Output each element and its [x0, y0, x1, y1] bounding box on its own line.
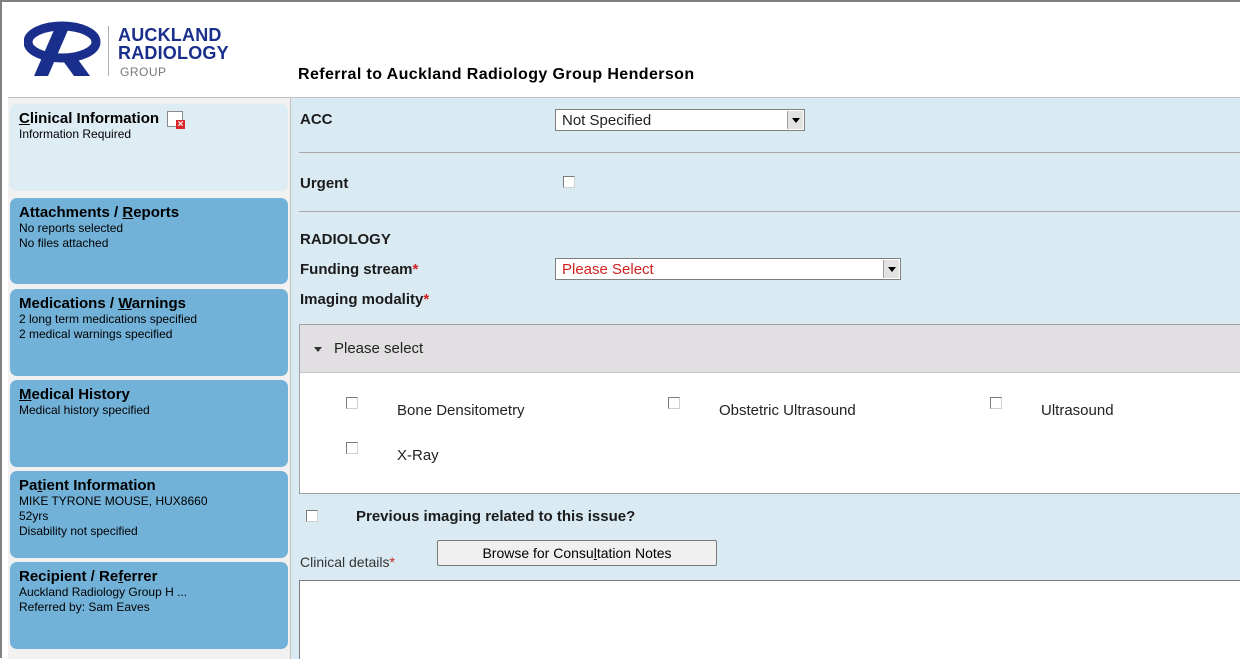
sidebar-item-title: Patient Information: [19, 477, 156, 494]
funding-stream-select[interactable]: Please Select: [555, 258, 901, 280]
sidebar-item-title: Medical History: [19, 386, 130, 403]
imaging-modality-label: Imaging modality*: [300, 291, 430, 308]
page-title: Referral to Auckland Radiology Group Hen…: [298, 66, 695, 83]
sidebar-item-patient-information[interactable]: Patient Information MIKE TYRONE MOUSE, H…: [10, 471, 288, 558]
obstetric-ultrasound-checkbox[interactable]: [668, 397, 680, 409]
obstetric-ultrasound-label[interactable]: Obstetric Ultrasound: [719, 402, 856, 419]
imaging-modality-panel: Please select Bone Densitometry Obstetri…: [299, 324, 1240, 494]
sidebar-item-title: Recipient / Referrer: [19, 568, 158, 585]
sidebar-item-medications-warnings[interactable]: Medications / Warnings 2 long term medic…: [10, 289, 288, 376]
sidebar-item-status: Information Required: [19, 127, 132, 141]
sidebar-item-status: No reports selected: [19, 221, 124, 235]
x-ray-checkbox[interactable]: [346, 442, 358, 454]
sidebar-item-recipient-referrer[interactable]: Recipient / Referrer Auckland Radiology …: [10, 562, 288, 649]
brand-logo: AUCKLAND RADIOLOGY GROUP: [10, 12, 290, 94]
sidebar-item-status: 2 medical warnings specified: [19, 327, 173, 341]
clinical-details-label: Clinical details*: [300, 554, 395, 570]
imaging-modality-dropdown[interactable]: Please select: [300, 325, 1240, 373]
clinical-details-textarea[interactable]: [299, 580, 1240, 659]
caret-down-icon: [314, 347, 322, 352]
urgent-label: Urgent: [300, 175, 349, 192]
sidebar-item-status: Auckland Radiology Group H ...: [19, 585, 188, 599]
logo-mark-icon: [24, 21, 101, 76]
divider: [299, 211, 1240, 212]
sidebar-item-title: Clinical Information: [19, 110, 288, 130]
funding-stream-label: Funding stream*: [300, 261, 419, 278]
sidebar-item-status: Referred by: Sam Eaves: [19, 600, 150, 614]
ultrasound-checkbox[interactable]: [990, 397, 1002, 409]
divider: [299, 152, 1240, 153]
previous-imaging-checkbox[interactable]: [306, 510, 318, 522]
sidebar-item-status: 2 long term medications specified: [19, 312, 198, 326]
brand-line-3: GROUP: [120, 65, 167, 79]
brand-line-2: RADIOLOGY: [118, 43, 229, 63]
funding-stream-value: Please Select: [562, 261, 654, 278]
required-icon: [167, 110, 186, 130]
bone-densitometry-label[interactable]: Bone Densitometry: [397, 402, 525, 419]
sidebar-item-attachments-reports[interactable]: Attachments / Reports No reports selecte…: [10, 198, 288, 284]
sidebar-item-status: Disability not specified: [19, 524, 138, 538]
sidebar-item-title: Medications / Warnings: [19, 295, 186, 312]
previous-imaging-label: Previous imaging related to this issue?: [356, 508, 636, 525]
acc-select-value: Not Specified: [562, 112, 652, 129]
chevron-down-icon[interactable]: [883, 260, 899, 278]
sidebar-item-status: No files attached: [19, 236, 109, 250]
acc-label: ACC: [300, 111, 333, 128]
bone-densitometry-checkbox[interactable]: [346, 397, 358, 409]
ultrasound-label[interactable]: Ultrasound: [1041, 402, 1114, 419]
x-ray-label[interactable]: X-Ray: [397, 447, 439, 464]
sidebar: Clinical Information Information Require…: [8, 97, 291, 659]
browse-consultation-notes-button[interactable]: Browse for Consultation Notes: [437, 540, 717, 566]
sidebar-item-status: 52yrs: [19, 509, 49, 523]
window-left-border: [0, 0, 2, 658]
sidebar-item-status: MIKE TYRONE MOUSE, HUX8660: [19, 494, 208, 508]
sidebar-item-title: Attachments / Reports: [19, 204, 180, 221]
imaging-modality-dropdown-text: Please select: [334, 340, 424, 357]
window-top-border: [0, 0, 1240, 10]
logo-divider: [108, 26, 109, 76]
sidebar-item-status: Medical history specified: [19, 403, 150, 417]
acc-select[interactable]: Not Specified: [555, 109, 805, 131]
radiology-heading: RADIOLOGY: [300, 231, 391, 248]
sidebar-item-medical-history[interactable]: Medical History Medical history specifie…: [10, 380, 288, 467]
urgent-checkbox[interactable]: [563, 176, 575, 188]
sidebar-item-clinical-information[interactable]: Clinical Information Information Require…: [10, 104, 288, 191]
brand-line-1: AUCKLAND: [118, 25, 222, 45]
chevron-down-icon[interactable]: [787, 111, 803, 129]
referral-form: ACC Not Specified Urgent RADIOLOGY Fundi…: [291, 97, 1240, 659]
